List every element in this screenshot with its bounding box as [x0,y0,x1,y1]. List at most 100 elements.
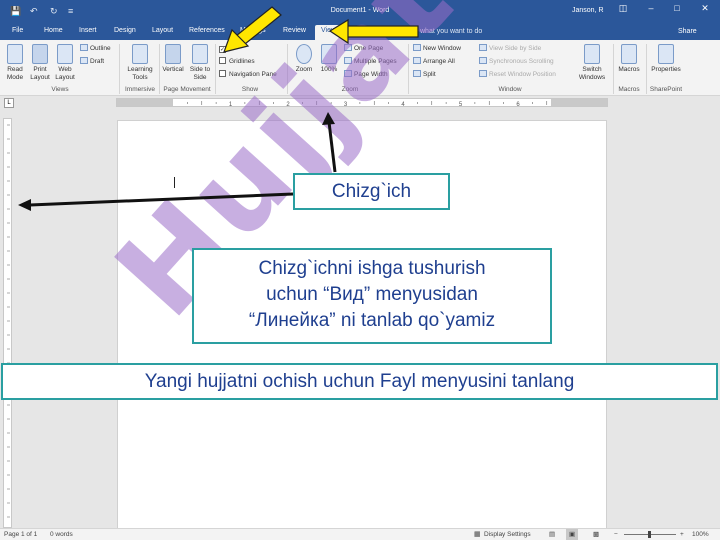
navigation-pane-check-icon [219,70,226,77]
vertical-ruler[interactable] [3,118,12,528]
outline-icon [80,44,88,51]
web-layout-label: Web Layout [55,66,75,81]
zoom-level[interactable]: 100% [692,529,709,540]
side-to-side-label: Side to Side [189,66,211,81]
tab-home[interactable]: Home [38,25,69,40]
page-width-button[interactable]: Page Width [344,70,388,80]
word-window: 💾 ↶ ↻ ≡ Document1 - Word Janson, R ◫ – □… [0,0,720,540]
user-name[interactable]: Janson, R [572,7,604,14]
one-page-icon [344,44,352,51]
outline-button[interactable]: Outline [80,44,111,54]
reset-window-label: Reset Window Position [489,71,556,78]
tab-view[interactable]: View [315,25,343,40]
ruler-check-icon: ✓ [219,46,226,53]
callout-instruction: Chizg`ichni ishga tushurish uchun “Вид” … [192,248,552,344]
macros-button[interactable]: Macros [615,44,643,74]
switch-windows-icon [584,44,600,64]
ribbon-view: Read Mode Print Layout Web Layout Outlin… [0,40,720,96]
word-count[interactable]: 0 words [50,529,73,540]
group-label-zoom: Zoom [341,86,359,93]
group-label-views: Views [51,86,69,93]
print-layout-icon [32,44,48,64]
tab-file[interactable]: File [6,25,29,40]
minimize-icon[interactable]: – [640,3,662,17]
group-separator [408,44,409,94]
ruler-number: 2 [286,102,290,108]
zoom-slider-thumb[interactable] [648,531,651,538]
draft-button[interactable]: Draft [80,57,104,67]
group-label-window: Window [498,86,522,93]
learning-tools-button[interactable]: Learning Tools [122,44,158,82]
group-label-sharepoint: SharePoint [649,86,683,93]
switch-windows-button[interactable]: Switch Windows [573,44,611,82]
read-mode-label: Read Mode [6,66,24,81]
web-layout-view-icon[interactable]: ▩ [593,529,599,540]
gridlines-label: Gridlines [229,58,255,65]
zoom-out-button[interactable]: − [614,529,618,540]
multiple-pages-button[interactable]: Multiple Pages [344,57,397,67]
ribbon-tabs: File Home Insert Design Layout Reference… [0,22,720,40]
page-count[interactable]: Page 1 of 1 [4,529,37,540]
tab-layout[interactable]: Layout [146,25,179,40]
group-label-macros: Macros [618,86,640,93]
one-page-button[interactable]: One Page [344,44,383,54]
multiple-pages-icon [344,57,352,64]
tab-stop-selector[interactable]: L [4,98,14,108]
maximize-icon[interactable]: □ [666,3,688,17]
zoom-100-button[interactable]: 100% [318,44,340,74]
read-mode-view-icon[interactable]: ▤ [549,529,555,540]
navigation-pane-checkbox[interactable]: Navigation Pane [219,70,277,80]
print-layout-view-icon[interactable]: ▣ [566,529,579,540]
vertical-ruler-ticks [7,124,10,518]
magnifier-icon [296,44,312,64]
side-to-side-button[interactable]: Side to Side [187,44,213,82]
sync-scrolling-icon [479,57,487,64]
page-width-icon [344,70,352,77]
display-settings-icon[interactable]: ▦ [474,529,481,540]
zoom-100-icon [321,44,337,64]
macros-label: Macros [618,66,640,73]
tab-review[interactable]: Review [277,25,312,40]
new-window-button[interactable]: New Window [413,44,461,54]
zoom-button[interactable]: Zoom [291,44,317,74]
web-layout-button[interactable]: Web Layout [53,44,77,82]
horizontal-ruler[interactable]: 1 2 3 4 5 6 [116,98,608,108]
tab-insert[interactable]: Insert [73,25,103,40]
ruler-ticks: 1 2 3 4 5 6 [187,101,548,108]
synchronous-scrolling-button[interactable]: Synchronous Scrolling [479,57,554,67]
ruler-checkbox[interactable]: ✓ R [219,44,234,54]
switch-windows-label: Switch Windows [578,66,606,81]
status-bar: Page 1 of 1 0 words ▦ Display Settings ▤… [0,528,720,540]
print-layout-button[interactable]: Print Layout [28,44,52,82]
vertical-button[interactable]: Vertical [160,44,186,74]
tab-design[interactable]: Design [108,25,142,40]
ruler-number: 4 [401,102,405,108]
macros-icon [621,44,637,64]
zoom-in-button[interactable]: + [680,529,684,540]
tab-mailings[interactable]: Mailings [234,25,272,40]
text-cursor [174,177,175,188]
display-settings-button[interactable]: Display Settings [484,529,531,540]
print-layout-label: Print Layout [30,66,50,81]
arrange-all-button[interactable]: Arrange All [413,57,455,67]
close-icon[interactable]: ✕ [694,3,716,17]
properties-button[interactable]: Properties [648,44,684,74]
read-mode-button[interactable]: Read Mode [3,44,27,82]
zoom-100-label: 100% [320,66,338,73]
group-label-page-movement: Page Movement [163,86,211,93]
gridlines-checkbox[interactable]: Gridlines [219,57,255,67]
reset-window-position-button[interactable]: Reset Window Position [479,70,556,80]
draft-label: Draft [90,58,105,65]
ruler-row: L 1 2 3 4 5 6 [0,96,720,110]
ruler-label: R [229,45,234,52]
tab-references[interactable]: References [183,25,231,40]
new-window-icon [413,44,421,51]
draft-icon [80,57,88,64]
tell-me-box[interactable]: what you want to do [420,28,482,35]
view-side-by-side-button[interactable]: View Side by Side [479,44,541,54]
web-layout-icon [57,44,73,64]
ribbon-display-icon[interactable]: ◫ [612,3,634,17]
share-button[interactable]: Share [678,28,697,35]
read-mode-icon [7,44,23,64]
split-button[interactable]: Split [413,70,436,80]
